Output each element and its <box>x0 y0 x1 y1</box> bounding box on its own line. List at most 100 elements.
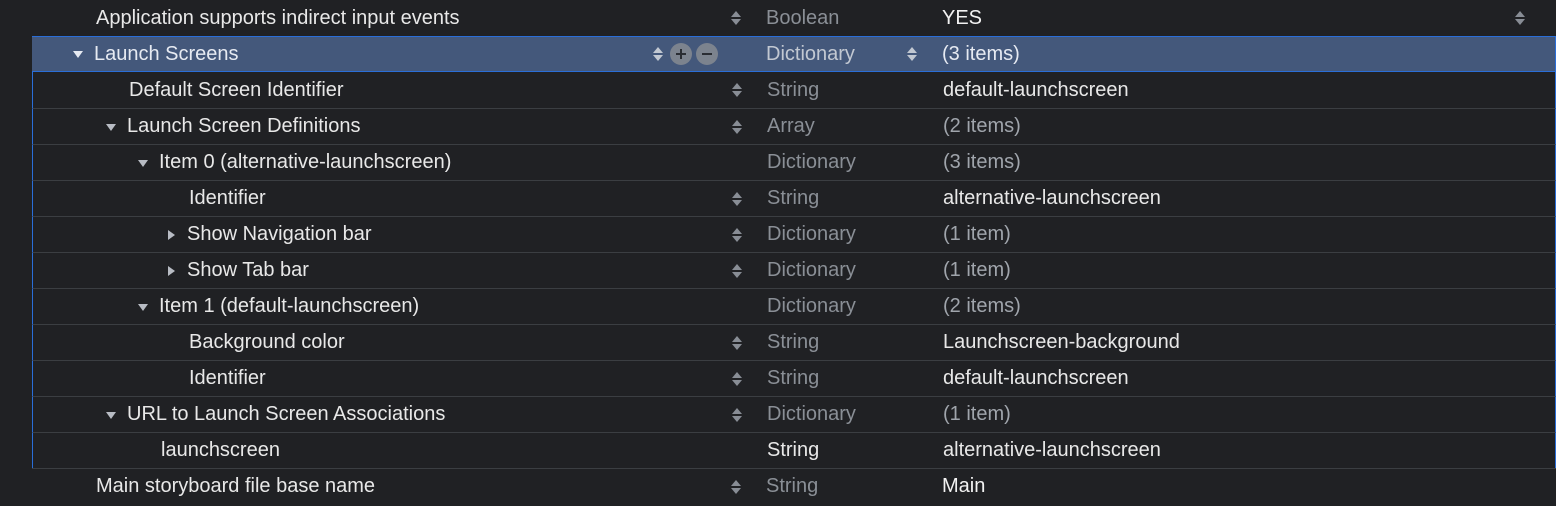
value-cell[interactable]: (2 items) <box>923 115 1555 138</box>
table-row[interactable]: Application supports indirect input even… <box>32 0 1556 36</box>
table-row[interactable]: Show Tab bar Dictionary(1 item) <box>32 252 1556 288</box>
key-stepper-icon[interactable] <box>730 10 742 26</box>
type-label: String <box>767 331 819 354</box>
table-row[interactable]: Launch Screen Definitions Array (2 items) <box>32 108 1556 144</box>
value-cell[interactable]: (1 item) <box>923 259 1555 282</box>
key-cell[interactable]: Application supports indirect input even… <box>32 0 752 36</box>
type-cell[interactable]: String <box>753 187 923 210</box>
value-cell[interactable]: alternative-launchscreen <box>923 187 1555 210</box>
type-cell[interactable]: Dictionary <box>753 259 923 282</box>
key-cell[interactable]: Show Navigation bar <box>33 217 753 252</box>
key-cell[interactable]: Item 1 (default-launchscreen) <box>33 289 753 324</box>
type-cell[interactable]: Dictionary <box>753 295 923 318</box>
key-cell[interactable]: Background color <box>33 325 753 360</box>
key-stepper-icon[interactable] <box>731 335 743 351</box>
value-label: alternative-launchscreen <box>943 439 1161 462</box>
key-stepper-icon[interactable] <box>731 82 743 98</box>
type-cell[interactable]: String <box>753 79 923 102</box>
key-cell[interactable]: URL to Launch Screen Associations <box>33 397 753 432</box>
key-stepper-icon[interactable] <box>730 479 742 495</box>
value-label: default-launchscreen <box>943 367 1129 390</box>
chevron-down-icon[interactable] <box>103 119 119 135</box>
chevron-down-icon[interactable] <box>103 407 119 423</box>
key-cell[interactable]: Identifier <box>33 361 753 396</box>
key-label: Identifier <box>189 187 266 210</box>
type-cell[interactable]: Dictionary <box>752 43 922 66</box>
table-row[interactable]: Item 0 (alternative-launchscreen) Diction… <box>32 144 1556 180</box>
key-cell[interactable]: launchscreen <box>33 433 753 468</box>
type-cell[interactable]: Array <box>753 115 923 138</box>
key-cell[interactable]: Default Screen Identifier <box>33 72 753 108</box>
type-label: Dictionary <box>767 151 856 174</box>
value-cell[interactable]: default-launchscreen <box>923 79 1555 102</box>
type-label: Array <box>767 115 815 138</box>
chevron-down-icon[interactable] <box>135 299 151 315</box>
value-cell[interactable]: (1 item) <box>923 403 1555 426</box>
table-row[interactable]: Item 1 (default-launchscreen)Dictionary(… <box>32 288 1556 324</box>
chevron-down-icon[interactable] <box>70 46 86 62</box>
table-row[interactable]: Show Navigation bar Dictionary (1 item) <box>32 216 1556 252</box>
value-cell[interactable]: (1 item) <box>923 223 1555 246</box>
type-cell[interactable]: Dictionary <box>753 151 923 174</box>
value-cell[interactable]: alternative-launchscreen <box>923 439 1555 462</box>
value-cell[interactable]: default-launchscreen <box>923 367 1555 390</box>
chevron-down-icon[interactable] <box>135 155 151 171</box>
value-cell[interactable]: Main <box>922 475 1556 498</box>
key-stepper-icon[interactable] <box>731 227 743 243</box>
type-cell[interactable]: String <box>753 439 923 462</box>
key-stepper-icon[interactable] <box>731 371 743 387</box>
add-remove-controls <box>670 43 718 65</box>
key-label: URL to Launch Screen Associations <box>127 403 445 426</box>
key-stepper-icon[interactable] <box>652 46 664 62</box>
value-cell[interactable]: (2 items) <box>923 295 1555 318</box>
value-cell[interactable]: (3 items) <box>923 151 1555 174</box>
type-cell[interactable]: String <box>752 475 922 498</box>
table-row[interactable]: Default Screen Identifier String default-l… <box>32 72 1556 108</box>
value-label: alternative-launchscreen <box>943 187 1161 210</box>
chevron-right-icon[interactable] <box>163 227 179 243</box>
key-cell[interactable]: Launch Screens <box>32 37 752 71</box>
type-cell[interactable]: Dictionary <box>753 403 923 426</box>
value-cell[interactable]: YES <box>922 7 1556 30</box>
table-row[interactable]: launchscreenString alternative-launchscre… <box>32 432 1556 468</box>
key-label: Show Tab bar <box>187 259 309 282</box>
key-label: Default Screen Identifier <box>129 79 344 102</box>
add-button[interactable] <box>670 43 692 65</box>
table-row[interactable]: Background color String Launchscreen-backg… <box>32 324 1556 360</box>
plist-editor[interactable]: Application supports indirect input even… <box>32 0 1556 504</box>
chevron-right-icon[interactable] <box>163 263 179 279</box>
value-cell[interactable]: (3 items) <box>922 43 1555 66</box>
key-label: Launch Screen Definitions <box>127 115 360 138</box>
type-cell[interactable]: String <box>753 331 923 354</box>
key-cell[interactable]: Identifier <box>33 181 753 216</box>
table-row[interactable]: Launch Screens Dictionary(3 items) <box>32 36 1556 72</box>
key-cell[interactable]: Item 0 (alternative-launchscreen) <box>33 145 753 180</box>
type-label: String <box>766 475 818 498</box>
value-cell[interactable]: Launchscreen-background <box>923 331 1555 354</box>
key-label: Launch Screens <box>94 43 239 66</box>
table-row[interactable]: URL to Launch Screen Associations Diction… <box>32 396 1556 432</box>
key-stepper-icon[interactable] <box>731 119 743 135</box>
type-stepper-icon[interactable] <box>906 46 918 62</box>
type-cell[interactable]: Dictionary <box>753 223 923 246</box>
type-label: Dictionary <box>767 223 856 246</box>
value-label: default-launchscreen <box>943 79 1129 102</box>
key-cell[interactable]: Main storyboard file base name <box>32 469 752 504</box>
key-cell[interactable]: Show Tab bar <box>33 253 753 288</box>
value-stepper-icon[interactable] <box>1514 10 1526 26</box>
type-label: Boolean <box>766 7 839 30</box>
key-stepper-icon[interactable] <box>731 263 743 279</box>
key-cell[interactable]: Launch Screen Definitions <box>33 109 753 144</box>
remove-button[interactable] <box>696 43 718 65</box>
table-row[interactable]: IdentifierString default-launchscreen <box>32 360 1556 396</box>
key-stepper-icon[interactable] <box>731 191 743 207</box>
key-label: Item 0 (alternative-launchscreen) <box>159 151 451 174</box>
key-stepper-icon[interactable] <box>731 407 743 423</box>
table-row[interactable]: Main storyboard file base name String Main <box>32 468 1556 504</box>
value-label: Launchscreen-background <box>943 331 1180 354</box>
key-label: Main storyboard file base name <box>96 475 375 498</box>
table-row[interactable]: Identifier String alternative-launchscreen <box>32 180 1556 216</box>
key-label: Show Navigation bar <box>187 223 372 246</box>
type-cell[interactable]: Boolean <box>752 7 922 30</box>
type-cell[interactable]: String <box>753 367 923 390</box>
